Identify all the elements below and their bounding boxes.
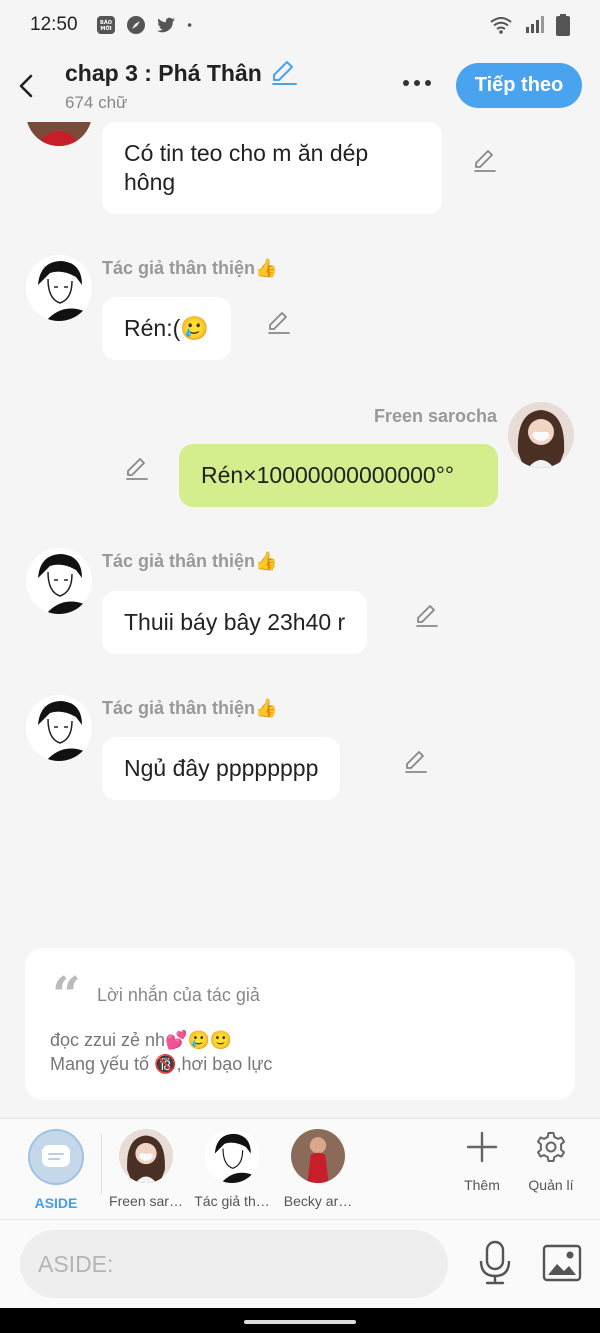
back-button[interactable] [0,56,52,116]
edit-icon[interactable] [266,310,292,336]
more-options-button[interactable] [396,68,438,98]
svg-text:BÁO: BÁO [100,19,112,26]
chapter-header: chap 3 : Phá Thân 674 chữ Tiếp theo [0,50,600,122]
twitter-icon [156,17,175,33]
more-dot-icon [425,80,431,86]
chat-bubble-icon [42,1145,70,1167]
aside-label: ASIDE [34,1195,78,1211]
avatar-author[interactable] [26,255,92,321]
edit-icon[interactable] [124,456,150,482]
signal-icon [526,16,544,33]
character-divider [101,1133,102,1195]
arrow-left-icon [19,74,33,98]
character-label: Freen sar… [109,1193,183,1209]
character-author[interactable]: Tác giả th… [192,1129,272,1209]
avatar-author[interactable] [26,548,92,614]
avatar-freen[interactable] [508,402,574,468]
manage-characters-button[interactable]: Quản lí [516,1131,586,1193]
edit-title-icon[interactable] [270,60,298,86]
avatar-author[interactable] [26,695,92,761]
microphone-icon[interactable] [477,1240,513,1286]
edit-icon[interactable] [472,148,498,174]
gear-icon [537,1132,565,1162]
svg-text:MỚI: MỚI [100,25,111,32]
aside-input[interactable] [20,1230,448,1298]
add-label: Thêm [464,1177,500,1193]
status-time: 12:50 [30,14,78,35]
next-chapter-button[interactable]: Tiếp theo [456,63,582,108]
avatar-becky [291,1129,345,1183]
edit-icon[interactable] [403,749,429,775]
edit-icon[interactable] [414,603,440,629]
message-bubble[interactable]: Thuii báy bây 23h40 r [102,591,368,654]
chat-area: Có tin teo cho m ăn dép hông Tác giả thâ… [0,122,600,942]
character-label: Tác giả th… [194,1193,270,1209]
manage-label: Quản lí [528,1177,574,1193]
author-note-line: Mang yếu tố 🔞,hơi bạo lực [50,1054,273,1074]
message-bubble[interactable]: Rén×10000000000000°° [179,444,498,507]
more-dot-icon [403,80,409,86]
add-character-button[interactable]: Thêm [447,1131,517,1193]
notification-icons: BÁO MỚI [96,15,198,35]
character-label: Becky ar… [283,1193,353,1209]
image-icon[interactable] [542,1244,582,1282]
aside-character-button[interactable]: ASIDE [16,1129,96,1211]
title-block: chap 3 : Phá Thân 674 chữ [65,60,298,113]
avatar-becky[interactable] [26,122,92,146]
author-note-line: đọc zzui zẻ nh💕🥲🙂 [50,1030,233,1050]
sender-name: Tác giả thân thiện👍 [102,698,278,718]
compass-icon [126,16,145,34]
aside-avatar [28,1129,84,1185]
avatar-freen [119,1129,173,1183]
message-bubble[interactable]: Ngủ đây pppppppp [102,737,341,800]
character-becky[interactable]: Becky ar… [278,1129,358,1209]
input-row [0,1220,600,1308]
author-note-card[interactable]: “ Lời nhắn của tác giả đọc zzui zẻ nh💕🥲🙂… [25,948,575,1100]
dot-icon [187,23,191,27]
wifi-icon [490,17,512,34]
character-freen[interactable]: Freen sar… [106,1129,186,1209]
author-note-title: Lời nhắn của tác giả [97,985,260,1005]
more-dot-icon [414,80,420,86]
battery-icon [556,14,570,36]
home-indicator[interactable] [244,1320,356,1324]
avatar-author [205,1129,259,1183]
sender-name: Tác giả thân thiện👍 [102,551,278,571]
word-count: 674 chữ [65,92,128,112]
character-bar: ASIDE Freen sar… Tác giả th… Becky ar… T… [0,1118,600,1220]
chapter-title: chap 3 : Phá Thân [65,59,262,86]
plus-icon [466,1131,498,1163]
message-bubble[interactable]: Rén:(🥲 [102,297,231,360]
message-bubble[interactable]: Có tin teo cho m ăn dép hông [102,122,442,214]
sender-name: Tác giả thân thiện👍 [102,258,278,278]
status-bar: 12:50 BÁO MỚI [0,0,600,50]
quote-icon: “ [52,965,81,1024]
bao-moi-icon: BÁO MỚI [96,16,115,34]
navigation-bar [0,1308,600,1333]
system-icons [490,14,570,36]
sender-name: Freen sarocha [373,406,497,426]
